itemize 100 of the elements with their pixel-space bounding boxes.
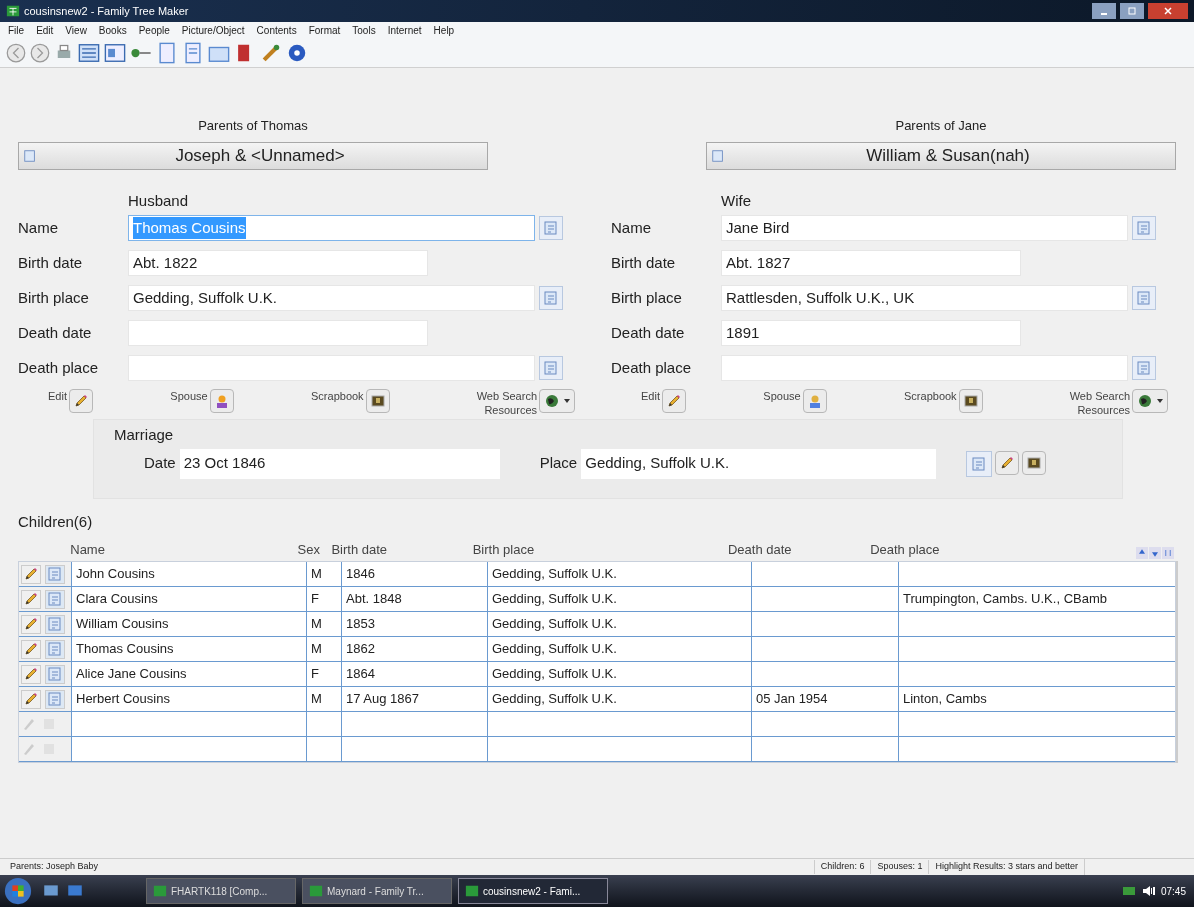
pencil-icon (21, 716, 37, 732)
input-field[interactable]: 1891 (721, 320, 1021, 346)
edit-button[interactable] (995, 450, 1020, 475)
source-button[interactable] (1132, 216, 1156, 240)
document-icon (156, 41, 178, 64)
input-field[interactable]: Gedding, Suffolk U.K. (581, 448, 937, 479)
input-field[interactable]: Abt. 1822 (128, 250, 428, 276)
action-label: Web Search Resources (1068, 389, 1130, 417)
web-search-button[interactable] (1132, 389, 1168, 413)
app-icon (309, 884, 323, 898)
menu-item[interactable]: Contents (256, 22, 297, 38)
taskbar-button[interactable]: cousinsnew2 - Fami... (458, 878, 608, 904)
menu-item[interactable]: Picture/Object (181, 22, 245, 38)
menu-item[interactable]: Books (98, 22, 127, 38)
input-field[interactable]: 23 Oct 1846 (179, 448, 500, 479)
caret-icon (564, 398, 570, 404)
edit-child-button[interactable] (21, 639, 41, 659)
panel-heading: Wife (721, 190, 751, 211)
action-label: Spouse (763, 389, 801, 403)
edit-child-button[interactable] (21, 564, 41, 584)
pencil-icon (23, 591, 39, 607)
menu-item[interactable]: Help (433, 22, 455, 38)
pencil-icon (23, 641, 39, 657)
input-field[interactable] (128, 320, 428, 346)
pencil-icon (23, 691, 39, 707)
menu-item[interactable]: View (65, 22, 87, 38)
scrapbook-button[interactable] (365, 389, 390, 413)
table-cell: M (306, 637, 341, 661)
scrapbook-button[interactable] (958, 389, 983, 413)
web-search-button[interactable] (539, 389, 575, 413)
table-cell: Gedding, Suffolk U.K. (487, 662, 751, 686)
menu-item[interactable]: People (138, 22, 170, 38)
app-icon (153, 884, 167, 898)
input-field[interactable]: Jane Bird (721, 215, 1128, 241)
edit-child-button[interactable] (21, 614, 41, 634)
source-button[interactable] (539, 216, 563, 240)
parents-button[interactable]: Joseph & <Unnamed> (18, 141, 488, 170)
spouse-button[interactable] (802, 389, 827, 413)
menu-item[interactable]: Format (308, 22, 341, 38)
source-button[interactable] (1132, 286, 1156, 310)
column-header: Birth date (330, 540, 389, 559)
edit-button[interactable] (661, 389, 686, 413)
input-field[interactable]: Gedding, Suffolk U.K. (128, 285, 535, 311)
window-title: cousinsnew2 - Family Tree Maker (24, 3, 189, 19)
source-button[interactable] (539, 286, 563, 310)
parents-button[interactable]: William & Susan(nah) (706, 141, 1176, 170)
table-cell: Gedding, Suffolk U.K. (487, 612, 751, 636)
table-cell: Linton, Cambs (898, 687, 1175, 711)
minimize-button[interactable] (1092, 3, 1116, 19)
field-value: Thomas Cousins (133, 216, 246, 240)
spouse-button[interactable] (209, 389, 234, 413)
menu-item[interactable]: Internet (387, 22, 422, 38)
menu-item[interactable]: File (8, 22, 25, 38)
table-cell: Gedding, Suffolk U.K. (487, 687, 751, 711)
edit-child-button[interactable] (21, 589, 41, 609)
input-field[interactable] (128, 355, 535, 381)
edit-child-button[interactable] (21, 664, 41, 684)
sort-icon (1162, 547, 1174, 559)
table-cell: Herbert Cousins (71, 687, 306, 711)
column-header: Death place (869, 540, 941, 559)
field-value: 1891 (726, 322, 760, 343)
scrapbook-button[interactable] (1022, 450, 1047, 475)
source-button[interactable] (539, 356, 563, 380)
back-icon (6, 42, 26, 63)
column-header: Birth place (471, 540, 536, 559)
maximize-button[interactable] (1120, 3, 1144, 19)
table-cell: Abt. 1848 (341, 587, 487, 611)
picture-icon (962, 393, 979, 409)
action-label: Edit (641, 389, 660, 403)
table-cell: M (306, 687, 341, 711)
pencil-icon (23, 666, 39, 682)
edit-button[interactable] (68, 389, 93, 413)
table-cell: 1853 (341, 612, 487, 636)
taskbar-button[interactable]: Maynard - Family Tr... (302, 878, 452, 904)
pencil-icon (72, 393, 89, 409)
close-button[interactable] (1148, 3, 1188, 19)
pencil-icon (999, 454, 1016, 471)
field-value: Abt. 1827 (726, 252, 791, 273)
field-label: Death place (18, 357, 100, 378)
table-cell: 17 Aug 1867 (341, 687, 487, 711)
marriage-heading: Marriage (114, 425, 175, 445)
menu-item[interactable]: Tools (352, 22, 376, 38)
table-cell: F (306, 587, 341, 611)
status-panel: Spouses: 1 (870, 860, 929, 874)
pencil-icon (23, 616, 39, 632)
input-field[interactable]: Rattlesden, Suffolk U.K., UK (721, 285, 1128, 311)
table-cell: M (306, 612, 341, 636)
menu-item[interactable]: Edit (36, 22, 54, 38)
input-field[interactable] (721, 355, 1128, 381)
volume-icon (1142, 884, 1155, 898)
taskbar-button[interactable]: FHARTK118 [Comp... (146, 878, 296, 904)
action-label: Spouse (170, 389, 208, 403)
edit-child-button[interactable] (21, 689, 41, 709)
input-field[interactable]: Abt. 1827 (721, 250, 1021, 276)
source-button[interactable] (1132, 356, 1156, 380)
tree-icon (6, 4, 20, 18)
maximize-icon (1128, 7, 1136, 15)
table-cell: 1864 (341, 662, 487, 686)
table-cell: Gedding, Suffolk U.K. (487, 637, 751, 661)
source-button[interactable] (966, 450, 993, 477)
